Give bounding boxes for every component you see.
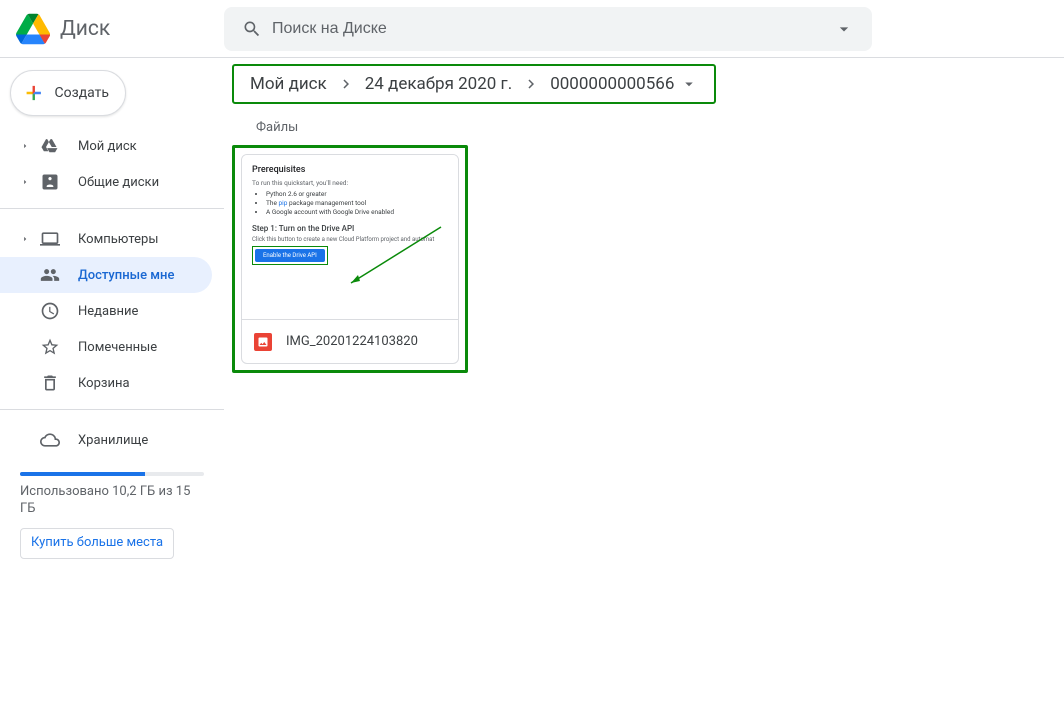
nav-label: Компьютеры [78,232,158,247]
thumb-button-highlight: Enable the Drive API [252,246,328,265]
files-grid: Prerequisites To run this quickstart, yo… [232,145,1048,373]
search-bar[interactable] [224,7,872,51]
nav-storage: Хранилище [0,418,224,458]
nav-primary: Мой диск Общие диски [0,124,224,200]
nav-storage-item[interactable]: Хранилище [0,422,212,458]
computer-icon [38,227,62,251]
expand-icon[interactable] [20,177,32,187]
cloud-icon [38,428,62,452]
annotation-arrow-icon [346,225,446,285]
chevron-right-icon [522,75,540,93]
caret-down-icon[interactable] [680,75,698,93]
thumb-list: Python 2.6 or greater The pip package ma… [252,190,448,216]
nav-label: Доступные мне [78,268,174,283]
search-icon[interactable] [232,9,272,49]
thumb-li: The pip package management tool [266,199,448,207]
file-name: IMG_20201224103820 [286,334,418,349]
divider [0,409,224,410]
expand-icon[interactable] [20,234,32,244]
nav-label: Общие диски [78,175,159,190]
buy-storage-button[interactable]: Купить больше места [20,528,174,559]
nav-label: Корзина [78,376,130,391]
file-meta: IMG_20201224103820 [242,319,458,363]
nav-my-drive[interactable]: Мой диск [0,128,212,164]
drive-icon [38,134,62,158]
create-label: Создать [55,85,110,101]
nav-recent[interactable]: Недавние [0,293,212,329]
search-options-icon[interactable] [824,9,864,49]
file-highlight: Prerequisites To run this quickstart, yo… [232,145,468,373]
storage-widget: Использовано 10,2 ГБ из 15 ГБ Купить бол… [0,464,224,559]
nav-label: Помеченные [78,340,157,355]
thumb-step-sub: Click this button to create a new Cloud … [252,236,448,243]
nav-secondary: Компьютеры Доступные мне Недавние Помече… [0,217,224,401]
app-header: Диск [0,0,1064,58]
crumb-root[interactable]: Мой диск [250,74,327,94]
search-input[interactable] [272,20,824,38]
thumb-step-heading: Step 1: Turn on the Drive API [252,224,448,233]
drive-logo-icon [16,12,50,46]
thumb-heading: Prerequisites [252,165,448,175]
thumb-li: A Google account with Google Drive enabl… [266,208,448,216]
plus-icon [23,79,45,107]
storage-text: Использовано 10,2 ГБ из 15 ГБ [20,484,204,518]
file-thumbnail: Prerequisites To run this quickstart, yo… [242,155,458,319]
image-file-icon [254,333,272,351]
nav-label: Мой диск [78,139,137,154]
nav-label: Недавние [78,304,138,319]
divider [0,208,224,209]
nav-starred[interactable]: Помеченные [0,329,212,365]
storage-fill [20,472,145,476]
thumb-li: Python 2.6 or greater [266,190,448,198]
files-section-label: Файлы [256,120,1048,135]
clock-icon [38,299,62,323]
file-card[interactable]: Prerequisites To run this quickstart, yo… [241,154,459,364]
sidebar: Создать Мой диск Общие диски Компьютеры [0,58,224,718]
breadcrumb: Мой диск 24 декабря 2020 г. 000000000056… [232,64,716,104]
create-button[interactable]: Создать [10,70,126,116]
breadcrumb-highlight: Мой диск 24 декабря 2020 г. 000000000056… [232,64,1048,104]
nav-shared-with-me[interactable]: Доступные мне [0,257,212,293]
trash-icon [38,371,62,395]
chevron-right-icon [337,75,355,93]
expand-icon[interactable] [20,141,32,151]
crumb-current[interactable]: 0000000000566 [550,74,698,94]
app-name: Диск [60,17,110,41]
nav-trash[interactable]: Корзина [0,365,212,401]
crumb-current-label: 0000000000566 [550,74,674,94]
storage-bar [20,472,204,476]
people-icon [38,263,62,287]
nav-label: Хранилище [78,433,148,448]
nav-computers[interactable]: Компьютеры [0,221,212,257]
main-content: Мой диск 24 декабря 2020 г. 000000000056… [224,58,1064,718]
crumb-folder-1[interactable]: 24 декабря 2020 г. [365,74,512,94]
shared-drive-icon [38,170,62,194]
star-icon [38,335,62,359]
thumb-subtext: To run this quickstart, you'll need: [252,179,448,187]
thumb-enable-button: Enable the Drive API [255,249,325,262]
logo[interactable]: Диск [16,12,224,46]
nav-shared-drives[interactable]: Общие диски [0,164,212,200]
